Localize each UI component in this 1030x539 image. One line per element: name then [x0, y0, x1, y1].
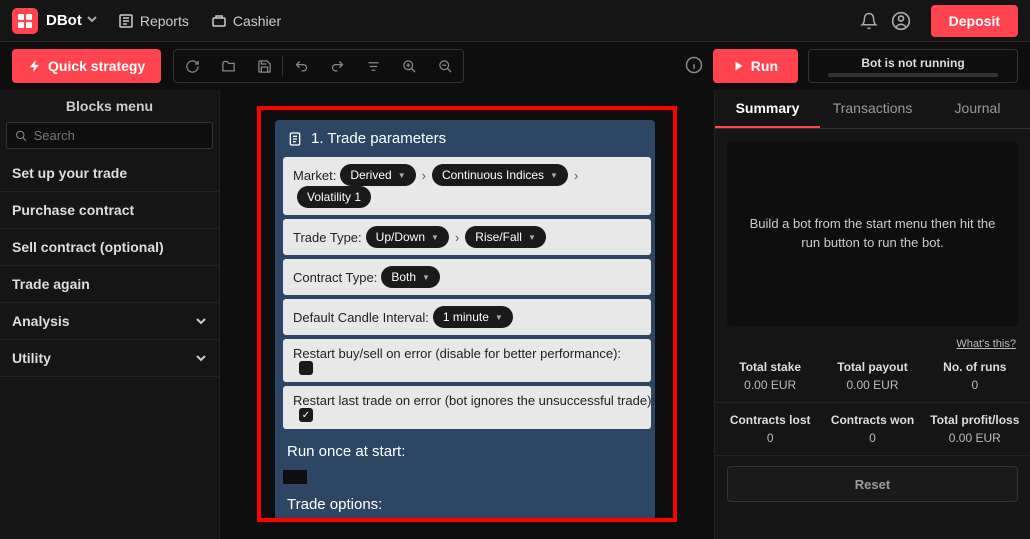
sidebar-item-setup[interactable]: Set up your trade — [0, 155, 219, 192]
chevron-down-icon[interactable] — [86, 13, 98, 28]
account-icon[interactable] — [885, 5, 917, 37]
sidebar-item-purchase[interactable]: Purchase contract — [0, 192, 219, 229]
whats-this-link[interactable]: What's this? — [715, 338, 1030, 350]
search-input[interactable] — [34, 128, 204, 143]
notifications-icon[interactable] — [853, 5, 885, 37]
sidebar-item-analysis[interactable]: Analysis — [0, 303, 219, 340]
sidebar-item-trade-again[interactable]: Trade again — [0, 266, 219, 303]
nav-cashier[interactable]: Cashier — [211, 13, 281, 29]
undo-icon[interactable] — [283, 49, 319, 83]
trade-params-block[interactable]: 1. Trade parameters Market: Derived▼ › C… — [275, 120, 655, 522]
play-icon — [733, 60, 745, 72]
reset-button[interactable]: Reset — [727, 466, 1018, 502]
candle-interval-dropdown[interactable]: 1 minute▼ — [433, 306, 513, 328]
chevron-down-icon — [195, 352, 207, 364]
stat-runs: No. of runs0 — [924, 360, 1026, 392]
blocks-menu-title: Blocks menu — [0, 90, 219, 122]
save-icon[interactable] — [246, 49, 282, 83]
action-bar: Quick strategy Run Bot is not running — [0, 42, 1030, 90]
panel-tabs: Summary Transactions Journal — [715, 90, 1030, 129]
market-continuous-dropdown[interactable]: Continuous Indices▼ — [432, 164, 568, 186]
trade-type-updown-dropdown[interactable]: Up/Down▼ — [366, 226, 449, 248]
sidebar-item-sell[interactable]: Sell contract (optional) — [0, 229, 219, 266]
stat-total-stake: Total stake0.00 EUR — [719, 360, 821, 392]
cashier-icon — [211, 13, 227, 29]
chevron-down-icon — [195, 315, 207, 327]
quick-strategy-button[interactable]: Quick strategy — [12, 49, 161, 83]
deposit-button[interactable]: Deposit — [931, 5, 1018, 37]
stat-contracts-won: Contracts won0 — [821, 413, 923, 445]
info-icon[interactable] — [685, 56, 703, 77]
search-icon — [15, 129, 28, 143]
lightning-icon — [28, 59, 42, 73]
market-row: Market: Derived▼ › Continuous Indices▼ ›… — [283, 157, 651, 215]
sidebar: Blocks menu Set up your trade Purchase c… — [0, 90, 220, 539]
sort-icon[interactable] — [355, 49, 391, 83]
sidebar-item-utility[interactable]: Utility — [0, 340, 219, 377]
zoom-out-icon[interactable] — [427, 49, 463, 83]
brand-name[interactable]: DBot — [46, 12, 82, 29]
stats-row-1: Total stake0.00 EUR Total payout0.00 EUR… — [715, 350, 1030, 403]
stat-profit-loss: Total profit/loss0.00 EUR — [924, 413, 1026, 445]
restart-buy-row: Restart buy/sell on error (disable for b… — [283, 339, 651, 382]
zoom-in-icon[interactable] — [391, 49, 427, 83]
run-once-header: Run once at start: — [275, 433, 655, 470]
search-input-wrap[interactable] — [6, 122, 213, 149]
top-bar: DBot Reports Cashier Deposit — [0, 0, 1030, 42]
run-button[interactable]: Run — [713, 49, 798, 83]
tab-transactions[interactable]: Transactions — [820, 90, 925, 128]
redo-icon[interactable] — [319, 49, 355, 83]
app-logo[interactable] — [12, 8, 38, 34]
bot-status: Bot is not running — [808, 49, 1018, 83]
reports-icon — [118, 13, 134, 29]
restart-buy-checkbox[interactable] — [299, 361, 313, 375]
clipboard-icon — [287, 131, 303, 147]
selection-frame: 1. Trade parameters Market: Derived▼ › C… — [257, 106, 677, 522]
contract-type-dropdown[interactable]: Both▼ — [381, 266, 440, 288]
market-derived-dropdown[interactable]: Derived▼ — [340, 164, 415, 186]
canvas[interactable]: 1. Trade parameters Market: Derived▼ › C… — [220, 90, 714, 539]
nav-reports[interactable]: Reports — [118, 13, 189, 29]
candle-row: Default Candle Interval: 1 minute▼ — [283, 299, 651, 335]
main: Blocks menu Set up your trade Purchase c… — [0, 90, 1030, 539]
refresh-icon[interactable] — [174, 49, 210, 83]
restart-last-row: Restart last trade on error (bot ignores… — [283, 386, 651, 429]
block-title: 1. Trade parameters — [275, 120, 655, 157]
trade-type-row: Trade Type: Up/Down▼ › Rise/Fall▼ — [283, 219, 651, 255]
tab-journal[interactable]: Journal — [925, 90, 1030, 128]
stat-total-payout: Total payout0.00 EUR — [821, 360, 923, 392]
open-icon[interactable] — [210, 49, 246, 83]
trade-options-header: Trade options: — [275, 486, 655, 522]
tool-group — [173, 49, 464, 83]
placeholder-message: Build a bot from the start menu then hit… — [727, 141, 1018, 326]
contract-type-row: Contract Type: Both▼ — [283, 259, 651, 295]
market-volatility-dropdown[interactable]: Volatility 1 — [297, 186, 371, 208]
stats-row-2: Contracts lost0 Contracts won0 Total pro… — [715, 403, 1030, 456]
right-panel: Summary Transactions Journal Build a bot… — [714, 90, 1030, 539]
stat-contracts-lost: Contracts lost0 — [719, 413, 821, 445]
tab-summary[interactable]: Summary — [715, 90, 820, 128]
restart-last-checkbox[interactable]: ✓ — [299, 408, 313, 422]
trade-type-risefall-dropdown[interactable]: Rise/Fall▼ — [465, 226, 546, 248]
